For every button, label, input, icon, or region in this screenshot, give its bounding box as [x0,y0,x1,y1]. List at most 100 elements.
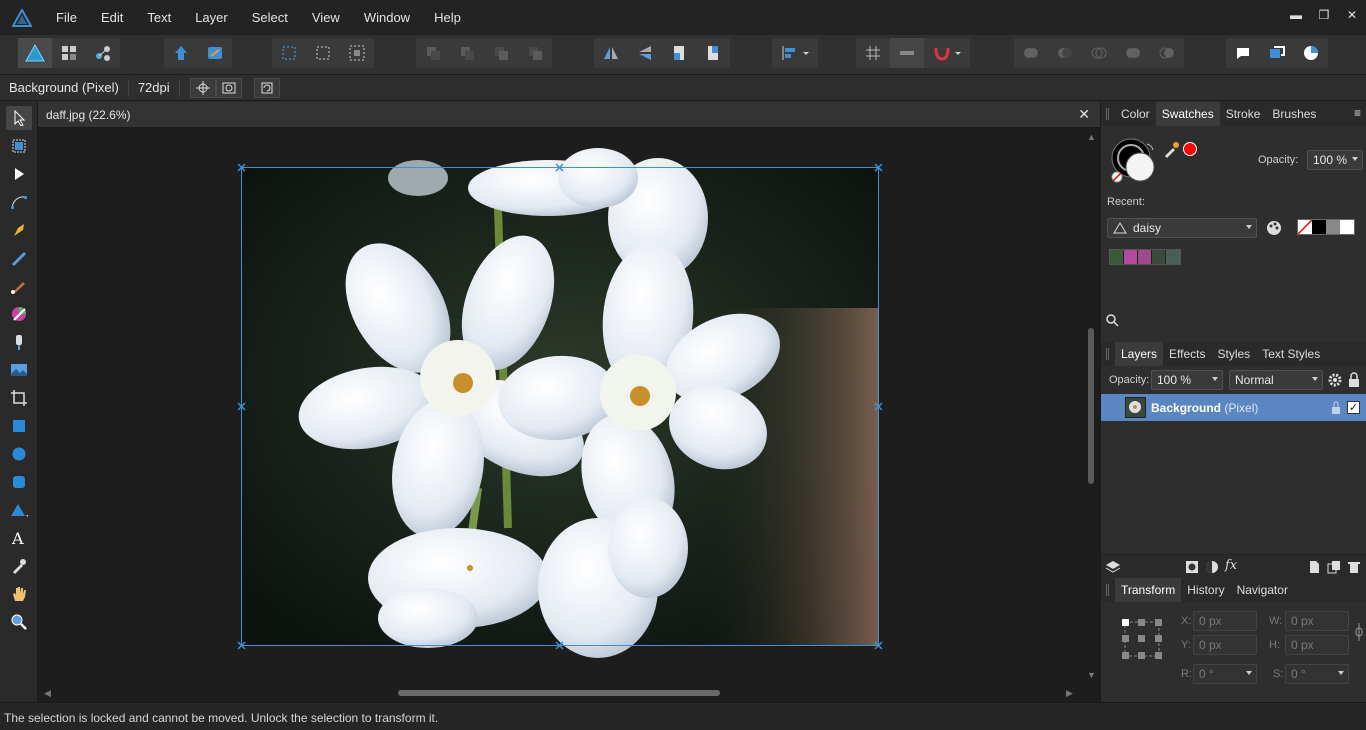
panel-grip-icon[interactable] [1106,348,1109,360]
layers-stack-icon[interactable] [1105,559,1121,575]
recent-swatch[interactable] [1152,250,1166,264]
rotate-right-icon[interactable] [696,38,730,68]
tab-transform[interactable]: Transform [1115,578,1182,602]
rotate-icon[interactable] [253,77,280,98]
rounded-rectangle-tool-icon[interactable] [6,470,32,494]
arrange-forward-icon[interactable] [484,38,518,68]
menu-window[interactable]: Window [352,0,422,35]
menu-select[interactable]: Select [240,0,300,35]
image-tool-icon[interactable] [6,358,32,382]
select-all-icon[interactable] [272,38,306,68]
tab-color[interactable]: Color [1115,102,1156,126]
macro-icon[interactable] [198,38,232,68]
zoom-tool-icon[interactable] [6,610,32,634]
align-icon[interactable] [772,38,818,68]
horizontal-scrollbar[interactable]: ◀ ▶ [38,684,1100,702]
layer-opacity-field[interactable]: 100 % [1151,370,1223,390]
arrange-front-icon[interactable] [518,38,552,68]
recent-swatch[interactable] [1166,250,1180,264]
brush-tool-icon[interactable] [6,274,32,298]
fill-stroke-selector[interactable] [1109,136,1169,186]
ellipse-tool-icon[interactable] [6,442,32,466]
h-field[interactable]: 0 px [1285,635,1349,655]
none-swatch[interactable] [1298,220,1312,234]
minimize-icon[interactable]: ▬ [1282,0,1310,30]
tab-text-styles[interactable]: Text Styles [1256,342,1326,366]
w-field[interactable]: 0 px [1285,611,1349,631]
palette-options-icon[interactable] [1265,219,1283,237]
triangle-tool-icon[interactable] [6,498,32,522]
tab-brushes[interactable]: Brushes [1266,102,1322,126]
divide-icon[interactable] [1150,38,1184,68]
gray-swatch[interactable] [1326,220,1340,234]
pen-tool-icon[interactable] [6,218,32,242]
share-icon[interactable] [164,38,198,68]
duplicate-layer-icon[interactable] [1327,560,1341,574]
studio-panel-icon[interactable] [1226,38,1260,68]
vertical-scroll-thumb[interactable] [1088,328,1094,484]
export-persona-icon[interactable] [86,38,120,68]
text-tool-icon[interactable]: A [6,526,32,550]
menu-edit[interactable]: Edit [89,0,135,35]
shear-field[interactable]: 0 ° [1285,664,1349,684]
layer-locked-icon[interactable] [1331,401,1341,415]
invert-selection-icon[interactable] [340,38,374,68]
xor-icon[interactable] [1116,38,1150,68]
pencil-tool-icon[interactable] [6,246,32,270]
tab-stroke[interactable]: Stroke [1220,102,1267,126]
tab-styles[interactable]: Styles [1212,342,1257,366]
tab-navigator[interactable]: Navigator [1231,578,1294,602]
move-tool-icon[interactable] [6,106,32,130]
rotation-field[interactable]: 0 ° [1193,664,1257,684]
assistant-icon[interactable] [1260,38,1294,68]
menu-help[interactable]: Help [422,0,473,35]
horizontal-scroll-thumb[interactable] [398,690,720,696]
black-swatch[interactable] [1312,220,1326,234]
delete-layer-icon[interactable] [1347,560,1361,574]
scroll-up-icon[interactable]: ▲ [1087,132,1096,142]
recent-swatch[interactable] [1138,250,1152,264]
artboard-tool-icon[interactable] [6,134,32,158]
recent-swatch[interactable] [1110,250,1124,264]
crop-tool-icon[interactable] [6,386,32,410]
baseline-grid-icon[interactable] [890,38,924,68]
arrange-backward-icon[interactable] [450,38,484,68]
white-swatch[interactable] [1340,220,1354,234]
mask-layer-icon[interactable] [1185,560,1199,574]
intersect-icon[interactable] [1082,38,1116,68]
close-window-icon[interactable]: ✕ [1338,0,1366,30]
arrange-back-icon[interactable] [416,38,450,68]
anchor-selector[interactable] [1121,618,1163,660]
menu-layer[interactable]: Layer [183,0,240,35]
close-document-icon[interactable]: ✕ [1078,106,1090,123]
add-pixel-layer-icon[interactable] [1307,560,1321,574]
rectangle-tool-icon[interactable] [6,414,32,438]
vertical-scrollbar[interactable]: ▲ ▼ [1082,128,1100,684]
add-icon[interactable] [1014,38,1048,68]
tab-history[interactable]: History [1181,578,1230,602]
hand-tool-icon[interactable] [6,582,32,606]
scroll-down-icon[interactable]: ▼ [1087,670,1096,680]
liquify-persona-icon[interactable] [52,38,86,68]
lock-icon[interactable] [1347,372,1361,388]
blend-mode-dropdown[interactable]: Normal [1229,370,1323,390]
show-selection-box-icon[interactable] [215,77,242,98]
x-field[interactable]: 0 px [1193,611,1257,631]
menu-file[interactable]: File [44,0,89,35]
node-tool-icon[interactable] [6,162,32,186]
fx-icon[interactable]: fx [1225,558,1237,573]
tab-effects[interactable]: Effects [1163,342,1211,366]
panel-grip-icon[interactable] [1106,108,1109,120]
panel-menu-icon[interactable]: ≡ [1354,106,1361,120]
tab-swatches[interactable]: Swatches [1155,102,1220,126]
preferences-icon[interactable] [1294,38,1328,68]
restore-icon[interactable]: ❐ [1310,0,1338,30]
color-picker-icon[interactable] [1163,140,1181,158]
photo-persona-icon[interactable] [18,38,52,68]
menu-view[interactable]: View [300,0,352,35]
link-aspect-icon[interactable] [1355,622,1363,642]
picked-color-swatch[interactable] [1183,142,1197,156]
color-brush-tool-icon[interactable] [6,302,32,326]
snapping-magnet-icon[interactable] [924,38,970,68]
recent-swatch[interactable] [1124,250,1138,264]
